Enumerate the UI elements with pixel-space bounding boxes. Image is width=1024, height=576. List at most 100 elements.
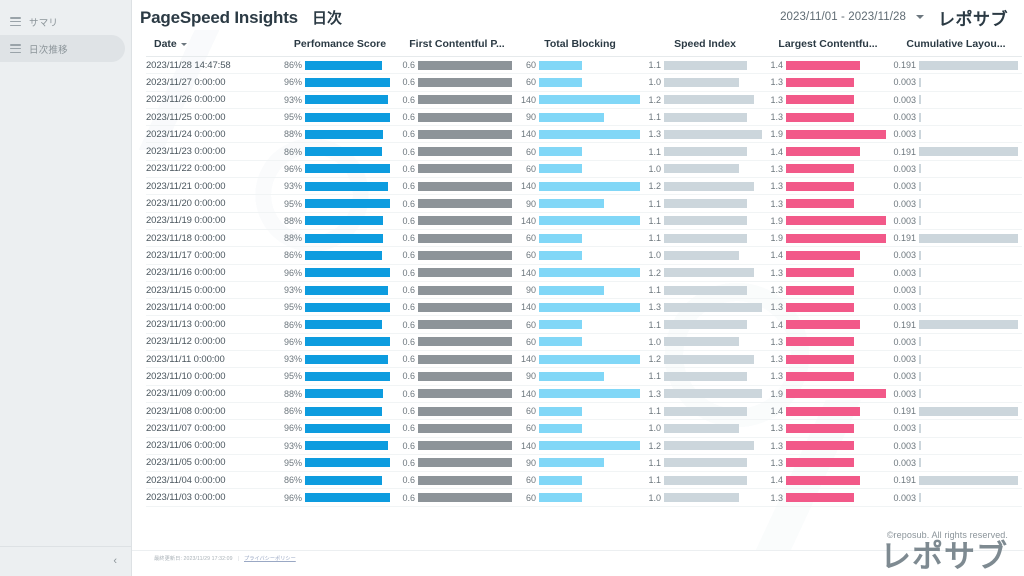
cell-si: 1.0: [644, 160, 766, 179]
cell-lcp: 1.3: [766, 73, 890, 92]
table-row[interactable]: 2023/11/04 0:00:00 86% 0.6 60 1.1 1.4 0.191: [146, 471, 1022, 490]
metric-value: 0.191: [893, 233, 916, 244]
bar-track: [418, 285, 512, 295]
cell-perf: 96%: [282, 73, 398, 92]
metric-value: 0.191: [893, 406, 916, 417]
footer-separator: |: [237, 555, 239, 562]
bar-track: [664, 371, 762, 381]
metric-bar: [919, 147, 1018, 157]
metric-cell: 60: [516, 77, 644, 87]
metric-value: 93%: [283, 440, 302, 451]
table-row[interactable]: 2023/11/16 0:00:00 96% 0.6 140 1.2 1.3 0.003: [146, 264, 1022, 282]
metric-cell: 60: [516, 475, 644, 485]
metric-cell: 1.1: [644, 216, 766, 226]
sort-descending-icon[interactable]: [180, 42, 187, 46]
table-row[interactable]: 2023/11/20 0:00:00 95% 0.6 90 1.1 1.3 0.003: [146, 194, 1022, 213]
metric-value: 1.1: [648, 146, 661, 157]
cell-fcp: 0.6: [398, 160, 516, 179]
bar-track: [786, 250, 886, 260]
metric-value: 1.0: [648, 250, 661, 261]
metric-cell: 0.6: [398, 164, 516, 174]
metric-value: 95%: [283, 457, 302, 468]
metric-cell: 1.3: [644, 389, 766, 399]
cell-tbt: 140: [516, 350, 644, 369]
metric-bar: [305, 493, 391, 503]
bar-track: [418, 181, 512, 191]
table-row[interactable]: 2023/11/03 0:00:00 96% 0.6 60 1.0 1.3 0.003: [146, 488, 1022, 507]
metric-value: 90: [525, 285, 536, 295]
table-row[interactable]: 2023/11/26 0:00:00 93% 0.6 140 1.2 1.3 0.003: [146, 91, 1022, 109]
metric-cell: 0.6: [398, 199, 516, 209]
metric-bar: [418, 95, 512, 105]
bar-track: [418, 320, 512, 330]
table-row[interactable]: 2023/11/19 0:00:00 88% 0.6 140 1.1 1.9 0.003: [146, 212, 1022, 230]
metric-value: 1.0: [648, 336, 661, 347]
table-row[interactable]: 2023/11/06 0:00:00 93% 0.6 140 1.2 1.3 0.003: [146, 437, 1022, 455]
metric-cell: 96%: [282, 268, 398, 278]
bar-track: [305, 60, 394, 70]
table-row[interactable]: 2023/11/21 0:00:00 93% 0.6 140 1.2 1.3 0.003: [146, 177, 1022, 196]
column-header-perf[interactable]: Perfomance Score: [282, 34, 398, 57]
bar-track: [786, 406, 886, 416]
metric-value: 0.003: [893, 285, 916, 295]
metric-bar: [418, 320, 512, 330]
metric-bar: [418, 250, 512, 260]
cell-tbt: 140: [516, 125, 644, 144]
table-row[interactable]: 2023/11/09 0:00:00 88% 0.6 140 1.3 1.9 0.003: [146, 385, 1022, 403]
sidebar-item-0[interactable]: サマリ: [0, 8, 125, 35]
table-row[interactable]: 2023/11/11 0:00:00 93% 0.6 140 1.2 1.3 0.003: [146, 350, 1022, 369]
table-row[interactable]: 2023/11/18 0:00:00 88% 0.6 60 1.1 1.9 0.191: [146, 229, 1022, 248]
column-header-cls[interactable]: Cumulative Layou...: [890, 34, 1022, 57]
table-row[interactable]: 2023/11/25 0:00:00 95% 0.6 90 1.1 1.3 0.003: [146, 108, 1022, 127]
metric-value: 0.003: [893, 388, 916, 399]
metric-value: 0.6: [402, 388, 415, 399]
metric-bar: [664, 250, 740, 260]
bar-track: [786, 371, 886, 381]
column-header-si[interactable]: Speed Index: [644, 34, 766, 57]
metric-bar: [418, 423, 512, 433]
column-header-fcp[interactable]: First Contentful P...: [398, 34, 516, 57]
metric-cell: 1.1: [644, 60, 766, 70]
metric-value: 1.3: [770, 371, 783, 382]
chevron-down-icon[interactable]: [916, 15, 924, 19]
column-header-date[interactable]: Date: [146, 34, 282, 57]
metric-cell: 1.4: [766, 320, 890, 330]
table-row[interactable]: 2023/11/17 0:00:00 86% 0.6 60 1.0 1.4 0.003: [146, 246, 1022, 265]
bar-track: [305, 441, 394, 451]
table-row[interactable]: 2023/11/27 0:00:00 96% 0.6 60 1.0 1.3 0.003: [146, 73, 1022, 92]
table-row[interactable]: 2023/11/13 0:00:00 86% 0.6 60 1.1 1.4 0.191: [146, 315, 1022, 334]
metric-value: 1.0: [648, 423, 661, 434]
metric-bar: [664, 458, 747, 468]
bar-track: [418, 77, 512, 87]
metric-bar: [664, 371, 747, 381]
column-header-tbt[interactable]: Total Blocking: [516, 34, 644, 57]
table-row[interactable]: 2023/11/24 0:00:00 88% 0.6 140 1.3 1.9 0.003: [146, 125, 1022, 144]
bar-track: [418, 441, 512, 451]
metric-cell: 0.003: [890, 250, 1022, 260]
sidebar-item-1[interactable]: 日次推移: [0, 35, 125, 62]
table-row[interactable]: 2023/11/23 0:00:00 86% 0.6 60 1.1 1.4 0.191: [146, 142, 1022, 161]
sidebar-collapse-button[interactable]: ‹: [113, 556, 117, 567]
table-row[interactable]: 2023/11/15 0:00:00 93% 0.6 90 1.1 1.3 0.003: [146, 281, 1022, 300]
bar-track: [539, 458, 640, 468]
privacy-policy-link[interactable]: プライバシーポリシー: [244, 555, 296, 562]
table-row[interactable]: 2023/11/12 0:00:00 96% 0.6 60 1.0 1.3 0.003: [146, 333, 1022, 352]
metric-value: 140: [520, 388, 536, 399]
table-row[interactable]: 2023/11/14 0:00:00 95% 0.6 140 1.3 1.3 0.003: [146, 298, 1022, 317]
metric-value: 0.003: [893, 267, 916, 278]
list-icon: [10, 17, 21, 26]
column-header-lcp[interactable]: Largest Contentfu...: [766, 34, 890, 57]
cell-fcp: 0.6: [398, 488, 516, 507]
bar-track: [305, 475, 394, 485]
metric-cell: 140: [516, 181, 644, 191]
table-row[interactable]: 2023/11/08 0:00:00 86% 0.6 60 1.1 1.4 0.191: [146, 402, 1022, 421]
table-row[interactable]: 2023/11/05 0:00:00 95% 0.6 90 1.1 1.3 0.003: [146, 454, 1022, 473]
date-range-selector[interactable]: 2023/11/01 - 2023/11/28: [780, 11, 906, 23]
table-row[interactable]: 2023/11/07 0:00:00 96% 0.6 60 1.0 1.3 0.003: [146, 419, 1022, 438]
bar-track: [786, 164, 886, 174]
metric-cell: 1.3: [644, 129, 766, 139]
table-row[interactable]: 2023/11/22 0:00:00 96% 0.6 60 1.0 1.3 0.003: [146, 160, 1022, 179]
table-row[interactable]: 2023/11/10 0:00:00 95% 0.6 90 1.1 1.3 0.003: [146, 367, 1022, 386]
table-row[interactable]: 2023/11/28 14:47:58 86% 0.6 60 1.1 1.4 0.191: [146, 56, 1022, 75]
metric-value: 0.6: [402, 77, 415, 88]
